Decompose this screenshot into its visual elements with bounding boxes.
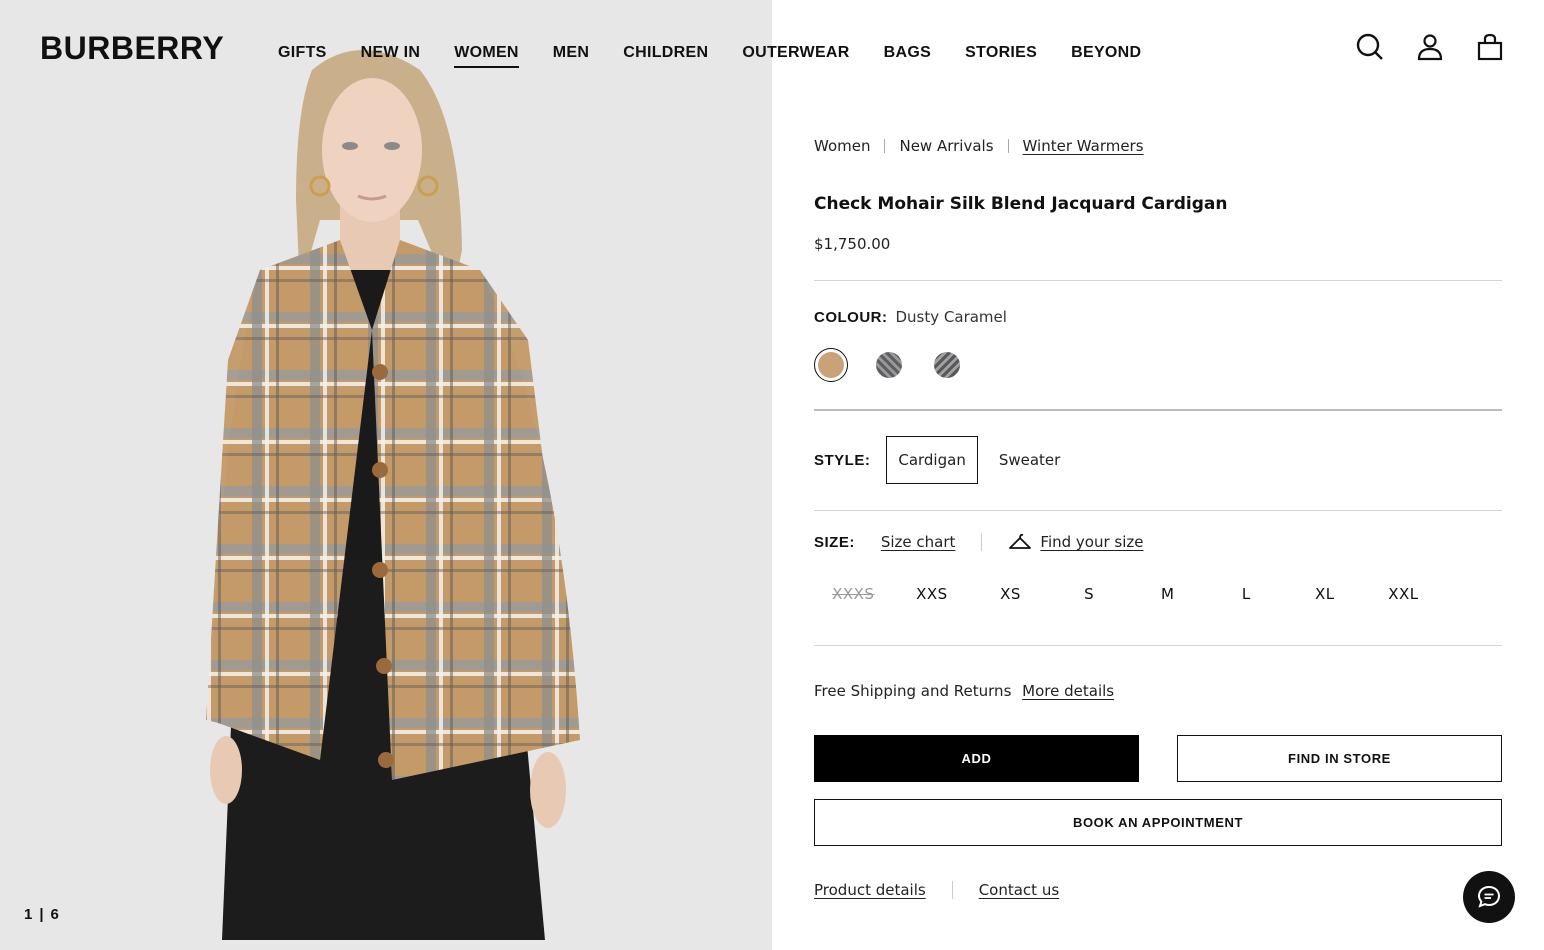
size-xl[interactable]: XL: [1286, 585, 1365, 603]
breadcrumb-women[interactable]: Women: [814, 137, 870, 155]
size-xs[interactable]: XS: [971, 585, 1050, 603]
divider: [814, 409, 1502, 411]
breadcrumb-new-arrivals[interactable]: New Arrivals: [899, 137, 993, 155]
find-your-size-link[interactable]: Find your size: [1040, 533, 1143, 551]
size-chart-link[interactable]: Size chart: [881, 533, 956, 551]
chat-button[interactable]: [1463, 871, 1515, 923]
size-header: SIZE: Size chart Find your size: [814, 533, 1144, 551]
swatch-dot: [876, 352, 902, 378]
style-label: STYLE:: [814, 451, 871, 469]
add-button[interactable]: ADD: [814, 735, 1139, 782]
model-illustration: [206, 50, 580, 940]
size-divider: [981, 533, 983, 551]
nav-new-in[interactable]: NEW IN: [361, 44, 421, 68]
style-option-sweater[interactable]: Sweater: [988, 436, 1072, 484]
chat-icon: [1477, 885, 1501, 908]
nav-children[interactable]: CHILDREN: [623, 44, 708, 68]
colour-row: COLOUR: Dusty Caramel: [814, 308, 1007, 326]
swatch-grey-check[interactable]: [872, 348, 906, 382]
contact-us-link[interactable]: Contact us: [979, 881, 1059, 899]
size-xxxs[interactable]: XXXS: [814, 585, 893, 603]
colour-label: COLOUR:: [814, 309, 888, 326]
image-counter: 1 | 6: [24, 906, 59, 923]
size-l[interactable]: L: [1207, 585, 1286, 603]
colour-swatches: [814, 348, 964, 382]
swatch-dusty-caramel[interactable]: [814, 348, 848, 382]
hanger-icon: [1009, 533, 1032, 549]
product-details-link[interactable]: Product details: [814, 881, 926, 899]
style-option-cardigan[interactable]: Cardigan: [886, 436, 978, 484]
size-options: XXXS XXS XS S M L XL XXL: [814, 585, 1443, 603]
shipping-info: Free Shipping and Returns More details: [814, 682, 1114, 700]
divider: [814, 645, 1502, 646]
product-image[interactable]: 1 | 6: [0, 0, 772, 950]
image-counter-total: 6: [50, 906, 59, 923]
nav-women[interactable]: WOMEN: [454, 44, 519, 68]
size-m[interactable]: M: [1128, 585, 1207, 603]
nav-gifts[interactable]: GIFTS: [278, 44, 327, 68]
divider: [814, 510, 1502, 511]
size-xxs[interactable]: XXS: [893, 585, 972, 603]
size-label: SIZE:: [814, 533, 855, 551]
product-price: $1,750.00: [814, 235, 891, 253]
counter-separator: |: [39, 906, 44, 923]
breadcrumb: Women New Arrivals Winter Warmers: [814, 137, 1144, 155]
divider: [814, 280, 1502, 281]
nav-men[interactable]: MEN: [553, 44, 589, 68]
more-details-link[interactable]: More details: [1022, 682, 1114, 700]
shipping-text: Free Shipping and Returns: [814, 682, 1012, 700]
image-counter-current: 1: [24, 906, 33, 923]
breadcrumb-winter-warmers[interactable]: Winter Warmers: [1023, 137, 1144, 155]
find-in-store-button[interactable]: FIND IN STORE: [1177, 735, 1502, 782]
links-divider: [951, 881, 953, 899]
breadcrumb-divider: [884, 139, 886, 153]
brand-logo[interactable]: BURBERRY: [40, 30, 224, 67]
swatch-dot: [934, 352, 960, 378]
book-appointment-button[interactable]: BOOK AN APPOINTMENT: [814, 799, 1502, 846]
swatch-dot: [818, 352, 844, 378]
style-row: STYLE: Cardigan Sweater: [814, 436, 1071, 484]
footer-links: Product details Contact us: [814, 881, 1059, 899]
size-s[interactable]: S: [1050, 585, 1129, 603]
product-panel: Women New Arrivals Winter Warmers Check …: [814, 0, 1502, 950]
product-title: Check Mohair Silk Blend Jacquard Cardiga…: [814, 194, 1228, 214]
colour-value: Dusty Caramel: [895, 308, 1007, 326]
size-xxl[interactable]: XXL: [1364, 585, 1443, 603]
swatch-charcoal-check[interactable]: [930, 348, 964, 382]
breadcrumb-divider: [1007, 139, 1009, 153]
